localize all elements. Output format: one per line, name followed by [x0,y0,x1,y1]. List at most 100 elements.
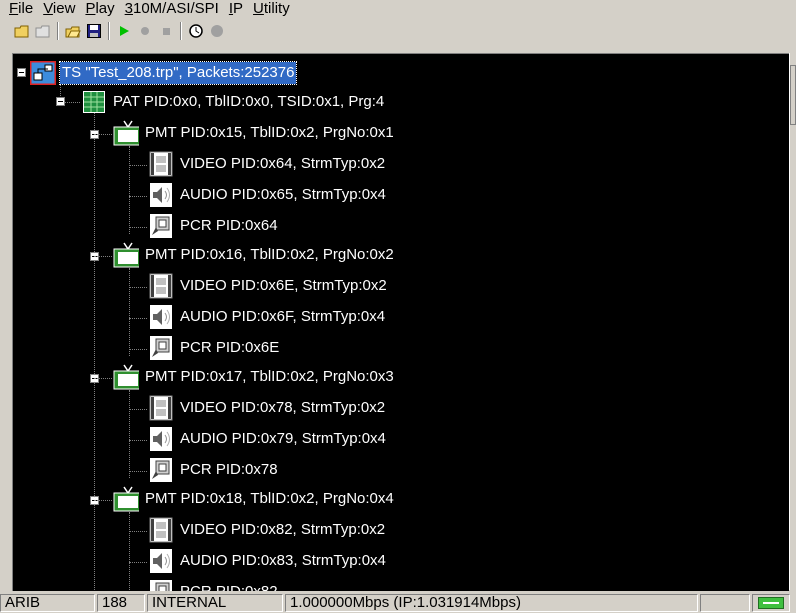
tv-icon [113,364,139,390]
circle-icon[interactable] [207,21,227,41]
tree-node-video[interactable]: VIDEO PID:0x6E, StrmTyp:0x2 [148,273,389,299]
toolbar [12,20,227,42]
pcr-icon [148,214,174,238]
status-indicator [752,594,790,612]
tv-icon [113,486,139,512]
root-collapse-toggle[interactable] [17,68,26,77]
tree-line [94,500,112,501]
tree-node-audio[interactable]: AUDIO PID:0x83, StrmTyp:0x4 [148,548,388,574]
tree-line [129,227,147,228]
tree-line [129,287,147,288]
open-file-icon[interactable] [63,21,83,41]
tree-node-label: PCR PID:0x64 [180,217,278,234]
vertical-scrollbar[interactable] [789,53,796,590]
tree-node-pcr[interactable]: PCR PID:0x82 [148,579,280,591]
tv-icon [113,120,139,146]
status-led-icon [758,597,784,609]
tree-line [129,146,130,234]
tree-node-pmt[interactable]: PMT PID:0x15, TblID:0x2, PrgNo:0x1 [113,120,396,146]
tree-node-label: AUDIO PID:0x65, StrmTyp:0x4 [180,186,386,203]
tree-node-video[interactable]: VIDEO PID:0x64, StrmTyp:0x2 [148,151,387,177]
tree-node-label: PCR PID:0x82 [178,581,280,591]
film-icon [148,395,174,421]
pat-collapse-toggle[interactable] [56,97,65,106]
menu-utility[interactable]: Utility [248,0,295,18]
tree-node-pmt[interactable]: PMT PID:0x18, TblID:0x2, PrgNo:0x4 [113,486,396,512]
open-folder-icon[interactable] [33,21,53,41]
tree-node-label: PMT PID:0x15, TblID:0x2, PrgNo:0x1 [145,124,394,141]
speaker-icon [148,549,174,573]
status-empty-pane [700,594,750,612]
tree-node-video[interactable]: VIDEO PID:0x82, StrmTyp:0x2 [148,517,387,543]
tree-node-ts[interactable]: TS "Test_208.trp", Packets:252376 [30,60,298,86]
speaker-icon [148,183,174,207]
tree-line [129,268,130,356]
scrollbar-thumb[interactable] [790,65,796,125]
tree-node-label: VIDEO PID:0x78, StrmTyp:0x2 [180,399,386,416]
tree-node-label: PMT PID:0x18, TblID:0x2, PrgNo:0x4 [145,490,394,507]
tree-node-pcr[interactable]: PCR PID:0x64 [148,213,280,239]
stop-icon[interactable] [156,21,176,41]
menu-play[interactable]: Play [80,0,119,18]
tree-node-label: VIDEO PID:0x6E, StrmTyp:0x2 [180,277,387,294]
tree-node-label: PCR PID:0x6E [180,339,280,356]
tree-node-label: PCR PID:0x78 [180,461,278,478]
clock-icon[interactable] [186,21,206,41]
menu-310m-asi-spi[interactable]: 310M/ASI/SPI [120,0,224,18]
tree-line [94,102,95,591]
menu-file[interactable]: File [4,0,38,18]
record-icon[interactable] [135,21,155,41]
tree-node-audio[interactable]: AUDIO PID:0x79, StrmTyp:0x4 [148,426,388,452]
tree-node-pmt[interactable]: PMT PID:0x16, TblID:0x2, PrgNo:0x2 [113,242,396,268]
pcr-icon [148,580,174,591]
tree-line [129,471,147,472]
play-icon[interactable] [114,21,134,41]
tree-node-pcr[interactable]: PCR PID:0x78 [148,457,280,483]
tree-line [129,440,147,441]
tree-node-audio[interactable]: AUDIO PID:0x65, StrmTyp:0x4 [148,182,388,208]
tree-line [94,134,112,135]
menu-ip[interactable]: IP [224,0,248,18]
tree-node-label: AUDIO PID:0x79, StrmTyp:0x4 [180,430,386,447]
new-icon[interactable] [12,21,32,41]
tree-line [129,409,147,410]
stream-tree[interactable]: TS "Test_208.trp", Packets:252376 PAT PI… [12,53,789,591]
table-icon [81,90,107,114]
tree-node-label: VIDEO PID:0x82, StrmTyp:0x2 [180,521,386,538]
tree-line [94,256,112,257]
tree-line [129,196,147,197]
tree-line [129,562,147,563]
tree-line [129,349,147,350]
tree-node-video[interactable]: VIDEO PID:0x78, StrmTyp:0x2 [148,395,387,421]
menubar: File View Play 310M/ASI/SPI IP Utility [0,0,796,18]
tree-node-label: PMT PID:0x17, TblID:0x2, PrgNo:0x3 [145,368,394,385]
tree-line [129,165,147,166]
tree-line [129,318,147,319]
speaker-icon [148,305,174,329]
tree-node-label: VIDEO PID:0x64, StrmTyp:0x2 [180,155,386,172]
tree-node-pmt[interactable]: PMT PID:0x17, TblID:0x2, PrgNo:0x3 [113,364,396,390]
save-icon[interactable] [84,21,104,41]
film-icon [148,517,174,543]
status-clock: INTERNAL [147,594,283,612]
menu-view[interactable]: View [38,0,80,18]
status-packet-size: 188 [97,594,145,612]
tree-node-audio[interactable]: AUDIO PID:0x6F, StrmTyp:0x4 [148,304,387,330]
pcr-icon [148,458,174,482]
tree-line [94,378,112,379]
tree-line [129,512,130,591]
tree-node-label: PMT PID:0x16, TblID:0x2, PrgNo:0x2 [145,246,394,263]
network-icon [30,61,56,85]
tree-node-label: PAT PID:0x0, TblID:0x0, TSID:0x1, Prg:4 [113,93,385,110]
toolbar-separator [180,22,182,40]
status-bitrate: 1.000000Mbps (IP:1.031914Mbps) [285,594,698,612]
tree-line [129,390,130,478]
tree-node-pat[interactable]: PAT PID:0x0, TblID:0x0, TSID:0x1, Prg:4 [81,89,386,115]
statusbar: ARIB 188 INTERNAL 1.000000Mbps (IP:1.031… [0,593,796,613]
tree-node-label: AUDIO PID:0x83, StrmTyp:0x4 [180,552,386,569]
tv-icon [113,242,139,268]
toolbar-separator [57,22,59,40]
tree-node-pcr[interactable]: PCR PID:0x6E [148,335,281,361]
speaker-icon [148,427,174,451]
film-icon [148,151,174,177]
